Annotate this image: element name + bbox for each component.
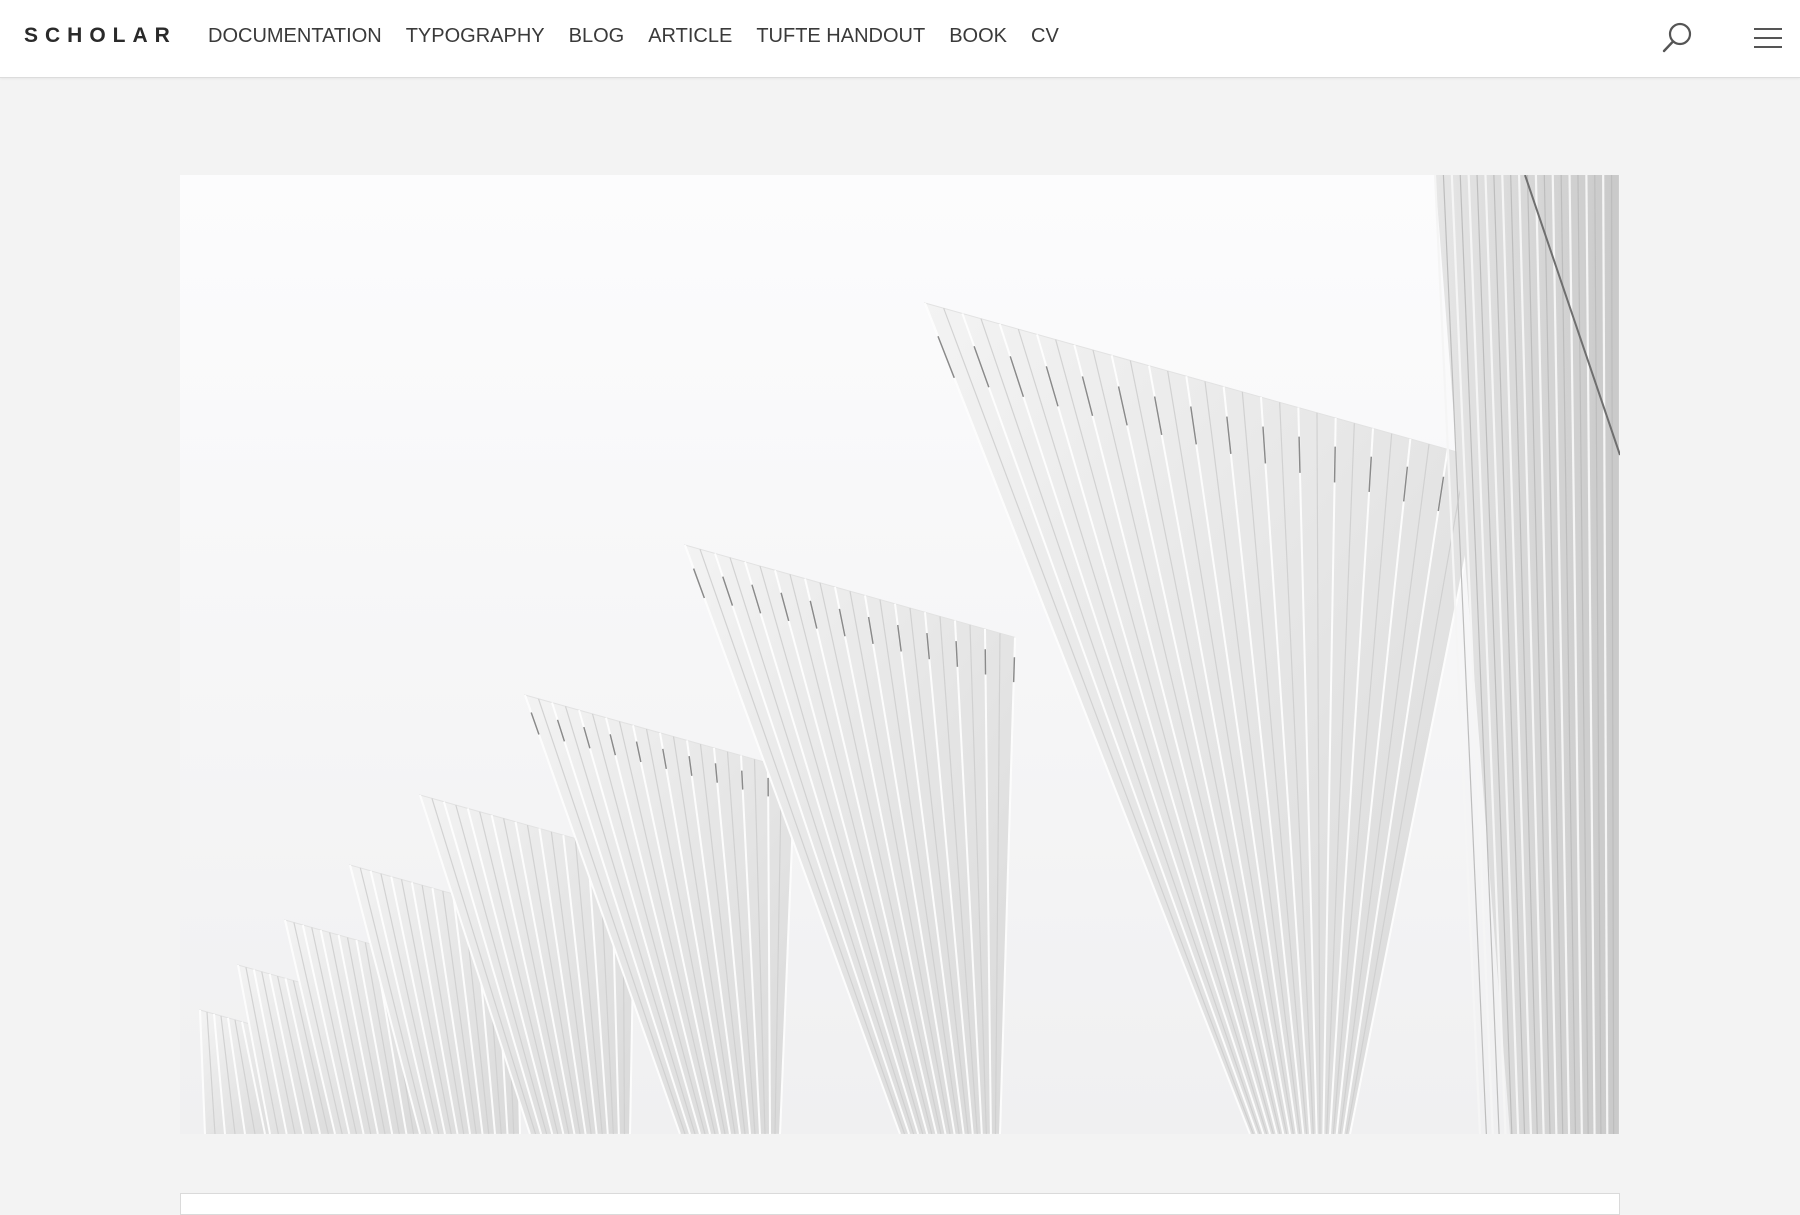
- search-icon: [1660, 20, 1696, 56]
- menu-button[interactable]: [1750, 20, 1786, 56]
- hamburger-menu-icon: [1750, 20, 1786, 56]
- nav-link-tufte-handout[interactable]: TUFTE HANDOUT: [756, 25, 925, 48]
- nav-link-cv[interactable]: CV: [1031, 25, 1059, 48]
- nav-link-typography[interactable]: TYPOGRAPHY: [406, 25, 545, 48]
- site-header: SCHOLAR DOCUMENTATION TYPOGRAPHY BLOG AR…: [0, 0, 1800, 78]
- content-card: [180, 1193, 1620, 1215]
- nav-link-documentation[interactable]: DOCUMENTATION: [208, 25, 382, 48]
- site-logo[interactable]: SCHOLAR: [24, 24, 177, 48]
- hero-image: [180, 175, 1620, 1134]
- nav-link-book[interactable]: BOOK: [949, 25, 1007, 48]
- nav-link-blog[interactable]: BLOG: [569, 25, 625, 48]
- search-button[interactable]: [1660, 20, 1696, 56]
- nav-link-article[interactable]: ARTICLE: [648, 25, 732, 48]
- architecture-image: [180, 175, 1620, 1134]
